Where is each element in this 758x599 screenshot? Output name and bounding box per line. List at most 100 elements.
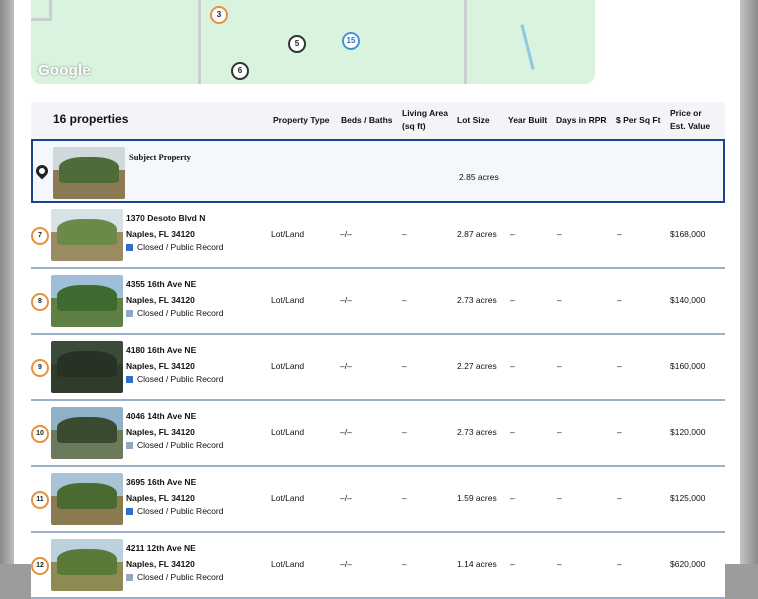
cell-beds-baths: –/– bbox=[340, 427, 352, 437]
property-status: Closed / Public Record bbox=[126, 241, 223, 253]
cell-living-area: – bbox=[402, 295, 407, 305]
property-status: Closed / Public Record bbox=[126, 505, 223, 517]
cell-property-type: Lot/Land bbox=[271, 493, 305, 503]
comparable-rows: 7 1370 Desoto Blvd N Naples, FL 34120 Cl… bbox=[31, 203, 725, 599]
header-living-area[interactable]: Living Area (sq ft) bbox=[402, 107, 448, 133]
header-living-area-line1: Living Area bbox=[402, 108, 448, 118]
status-square-icon bbox=[126, 508, 133, 515]
cell-year-built: – bbox=[510, 427, 515, 437]
property-photo[interactable] bbox=[51, 275, 123, 327]
cell-property-type: Lot/Land bbox=[271, 559, 305, 569]
cell-per-sq-ft: – bbox=[617, 493, 622, 503]
table-row[interactable]: 10 4046 14th Ave NE Naples, FL 34120 Clo… bbox=[31, 401, 725, 467]
property-photo[interactable] bbox=[51, 209, 123, 261]
cell-per-sq-ft: – bbox=[617, 427, 622, 437]
property-address[interactable]: 4180 16th Ave NE Naples, FL 34120 bbox=[126, 342, 196, 374]
map-pin-6[interactable]: 6 bbox=[231, 62, 249, 80]
status-label: Closed / Public Record bbox=[137, 506, 224, 516]
property-photo[interactable] bbox=[51, 539, 123, 591]
cell-lot-size: 1.14 acres bbox=[457, 559, 497, 569]
cell-days-in-rpr: – bbox=[557, 427, 562, 437]
map-road bbox=[31, 0, 52, 21]
header-days-in-rpr[interactable]: Days in RPR bbox=[556, 114, 607, 127]
property-address[interactable]: 4355 16th Ave NE Naples, FL 34120 bbox=[126, 276, 196, 308]
table-row[interactable]: 11 3695 16th Ave NE Naples, FL 34120 Clo… bbox=[31, 467, 725, 533]
cell-per-sq-ft: – bbox=[617, 295, 622, 305]
property-photo[interactable] bbox=[51, 473, 123, 525]
status-label: Closed / Public Record bbox=[137, 440, 224, 450]
cell-beds-baths: –/– bbox=[340, 559, 352, 569]
property-city: Naples, FL 34120 bbox=[126, 361, 195, 371]
status-label: Closed / Public Record bbox=[137, 242, 224, 252]
property-street[interactable]: 4046 14th Ave NE bbox=[126, 408, 196, 424]
property-street[interactable]: 4211 12th Ave NE bbox=[126, 540, 196, 556]
header-price[interactable]: Price or Est. Value bbox=[670, 107, 710, 133]
google-logo: Google bbox=[38, 62, 91, 79]
map-pin-3[interactable]: 3 bbox=[210, 6, 228, 24]
map-road bbox=[198, 0, 201, 84]
cell-property-type: Lot/Land bbox=[271, 229, 305, 239]
comp-number-badge: 12 bbox=[31, 557, 49, 575]
page-edge-left bbox=[0, 0, 14, 564]
cell-property-type: Lot/Land bbox=[271, 427, 305, 437]
property-address[interactable]: 4046 14th Ave NE Naples, FL 34120 bbox=[126, 408, 196, 440]
header-property-type[interactable]: Property Type bbox=[273, 114, 330, 127]
property-street[interactable]: 4355 16th Ave NE bbox=[126, 276, 196, 292]
comparables-map[interactable]: 3 5 15 6 Google bbox=[31, 0, 595, 84]
table-row[interactable]: 7 1370 Desoto Blvd N Naples, FL 34120 Cl… bbox=[31, 203, 725, 269]
comp-number-badge: 7 bbox=[31, 227, 49, 245]
cell-lot-size: 1.59 acres bbox=[457, 493, 497, 503]
header-per-sq-ft[interactable]: $ Per Sq Ft bbox=[616, 114, 660, 127]
status-square-icon bbox=[126, 376, 133, 383]
cell-year-built: – bbox=[510, 559, 515, 569]
cell-beds-baths: –/– bbox=[340, 229, 352, 239]
property-street[interactable]: 3695 16th Ave NE bbox=[126, 474, 196, 490]
property-address[interactable]: 3695 16th Ave NE Naples, FL 34120 bbox=[126, 474, 196, 506]
status-label: Closed / Public Record bbox=[137, 374, 224, 384]
cell-lot-size: 2.27 acres bbox=[457, 361, 497, 371]
cell-year-built: – bbox=[510, 361, 515, 371]
header-year-built[interactable]: Year Built bbox=[508, 114, 547, 127]
comp-number-badge: 11 bbox=[31, 491, 49, 509]
property-address[interactable]: 4211 12th Ave NE Naples, FL 34120 bbox=[126, 540, 196, 572]
cell-year-built: – bbox=[510, 229, 515, 239]
property-address[interactable]: 1370 Desoto Blvd N Naples, FL 34120 bbox=[126, 210, 205, 242]
subject-lot-size: 2.85 acres bbox=[459, 172, 499, 182]
property-city: Naples, FL 34120 bbox=[126, 493, 195, 503]
property-street[interactable]: 4180 16th Ave NE bbox=[126, 342, 196, 358]
table-header: 16 properties Property Type Beds / Baths… bbox=[31, 102, 725, 139]
cell-price: $620,000 bbox=[670, 559, 706, 569]
cell-beds-baths: –/– bbox=[340, 493, 352, 503]
cell-price: $125,000 bbox=[670, 493, 706, 503]
subject-property-photo[interactable] bbox=[53, 147, 125, 199]
property-city: Naples, FL 34120 bbox=[126, 295, 195, 305]
property-status: Closed / Public Record bbox=[126, 307, 223, 319]
cell-living-area: – bbox=[402, 559, 407, 569]
table-row[interactable]: 9 4180 16th Ave NE Naples, FL 34120 Clos… bbox=[31, 335, 725, 401]
cell-living-area: – bbox=[402, 427, 407, 437]
header-beds-baths[interactable]: Beds / Baths bbox=[341, 114, 393, 127]
cell-per-sq-ft: – bbox=[617, 229, 622, 239]
cell-year-built: – bbox=[510, 295, 515, 305]
status-square-icon bbox=[126, 244, 133, 251]
map-pin-15[interactable]: 15 bbox=[342, 32, 360, 50]
cell-living-area: – bbox=[402, 229, 407, 239]
property-photo[interactable] bbox=[51, 341, 123, 393]
cell-living-area: – bbox=[402, 493, 407, 503]
property-city: Naples, FL 34120 bbox=[126, 229, 195, 239]
property-photo[interactable] bbox=[51, 407, 123, 459]
cell-per-sq-ft: – bbox=[617, 559, 622, 569]
map-waterway bbox=[520, 24, 535, 70]
cell-days-in-rpr: – bbox=[557, 295, 562, 305]
property-street[interactable]: 1370 Desoto Blvd N bbox=[126, 210, 205, 226]
cell-days-in-rpr: – bbox=[557, 361, 562, 371]
status-square-icon bbox=[126, 574, 133, 581]
table-row[interactable]: 8 4355 16th Ave NE Naples, FL 34120 Clos… bbox=[31, 269, 725, 335]
table-row[interactable]: 12 4211 12th Ave NE Naples, FL 34120 Clo… bbox=[31, 533, 725, 599]
map-pin-5[interactable]: 5 bbox=[288, 35, 306, 53]
property-status: Closed / Public Record bbox=[126, 571, 223, 583]
header-lot-size[interactable]: Lot Size bbox=[457, 114, 490, 127]
comp-number-badge: 8 bbox=[31, 293, 49, 311]
property-city: Naples, FL 34120 bbox=[126, 427, 195, 437]
subject-property-row[interactable]: Subject Property 2.85 acres bbox=[31, 139, 725, 203]
